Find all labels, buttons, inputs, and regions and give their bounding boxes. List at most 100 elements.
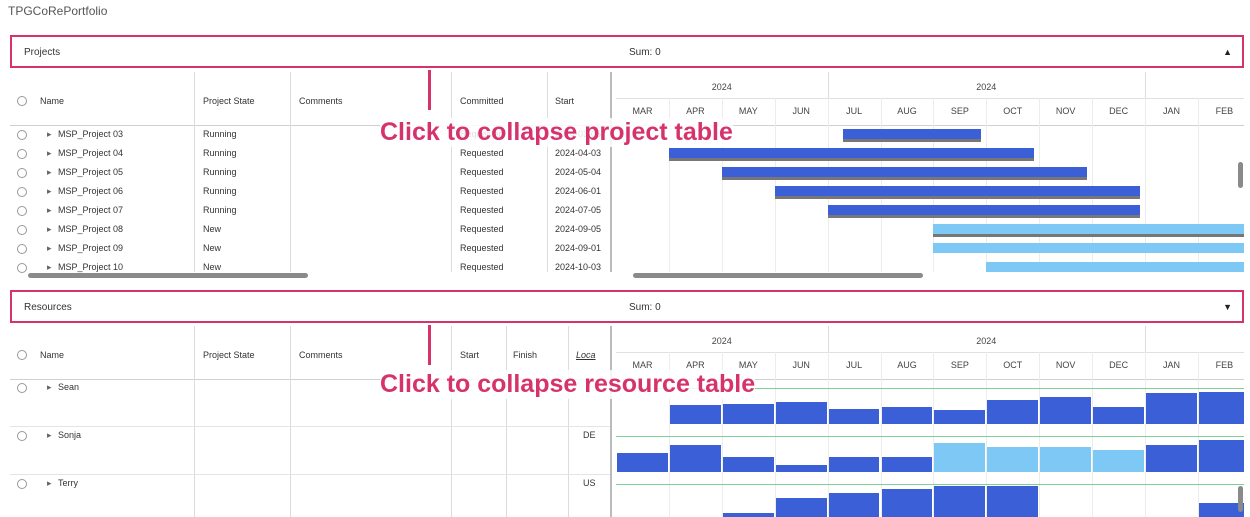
- resource-name[interactable]: Terry: [58, 478, 78, 488]
- col-header-name[interactable]: Name: [40, 96, 64, 106]
- resource-load-bar[interactable]: [617, 453, 668, 472]
- resource-load-bar[interactable]: [722, 403, 774, 424]
- gantt-bar[interactable]: [668, 148, 1034, 158]
- resource-load-bar[interactable]: [987, 446, 1039, 472]
- project-start: 2024-09-01: [555, 243, 602, 253]
- project-name[interactable]: MSP_Project 06: [58, 186, 123, 196]
- projects-gantt-hscroll[interactable]: [633, 273, 923, 278]
- row-select-radio[interactable]: [17, 263, 27, 273]
- row-divider: [10, 474, 610, 475]
- resource-load-bar[interactable]: [669, 405, 721, 424]
- row-select-radio[interactable]: [17, 206, 27, 216]
- gantt-bar[interactable]: [933, 243, 1244, 253]
- project-name[interactable]: MSP_Project 05: [58, 167, 123, 177]
- expand-arrow-icon[interactable]: ▸: [47, 186, 52, 197]
- resource-load-bar[interactable]: [1146, 444, 1197, 472]
- resource-load-bar[interactable]: [1040, 396, 1092, 424]
- resource-load-bar[interactable]: [828, 492, 880, 517]
- gantt-bar[interactable]: [986, 262, 1244, 272]
- col-header-start[interactable]: Start: [555, 96, 574, 106]
- expand-arrow-icon[interactable]: ▸: [47, 243, 52, 254]
- row-select-radio[interactable]: [17, 431, 27, 441]
- row-divider: [10, 426, 610, 427]
- projects-table-hscroll[interactable]: [28, 273, 308, 278]
- project-name[interactable]: MSP_Project 03: [58, 129, 123, 139]
- resource-load-bar[interactable]: [934, 486, 986, 517]
- resources-callout-pointer: [428, 325, 431, 365]
- timeline-month: MAR: [632, 106, 653, 116]
- res-col-header-project-state[interactable]: Project State: [203, 350, 255, 360]
- resource-load-bar[interactable]: [934, 443, 986, 472]
- res-col-header-comments[interactable]: Comments: [299, 350, 343, 360]
- res-col-header-start[interactable]: Start: [460, 350, 479, 360]
- resource-load-bar[interactable]: [934, 410, 986, 424]
- resource-load-bar[interactable]: [1093, 407, 1144, 424]
- res-col-header-location[interactable]: Loca: [576, 350, 596, 360]
- res-col-header-name[interactable]: Name: [40, 350, 64, 360]
- chevron-down-icon[interactable]: ▼: [1223, 302, 1232, 312]
- row-select-radio[interactable]: [17, 383, 27, 393]
- gantt-bar[interactable]: [843, 129, 981, 139]
- expand-arrow-icon[interactable]: ▸: [47, 167, 52, 178]
- resource-load-bar[interactable]: [1198, 391, 1244, 424]
- gantt-bar[interactable]: [774, 186, 1140, 196]
- resources-vscroll[interactable]: [1238, 486, 1243, 512]
- project-name[interactable]: MSP_Project 04: [58, 148, 123, 158]
- row-select-radio[interactable]: [17, 244, 27, 254]
- row-select-radio[interactable]: [17, 168, 27, 178]
- resource-load-bar[interactable]: [881, 489, 933, 517]
- row-select-radio[interactable]: [17, 130, 27, 140]
- row-select-radio[interactable]: [17, 149, 27, 159]
- resource-load-bar[interactable]: [1146, 393, 1197, 424]
- expand-arrow-icon[interactable]: ▸: [47, 262, 52, 273]
- resource-load-bar[interactable]: [987, 486, 1039, 517]
- resource-load-bar[interactable]: [669, 444, 721, 472]
- project-name[interactable]: MSP_Project 07: [58, 205, 123, 215]
- gantt-bar[interactable]: [933, 224, 1244, 234]
- project-name[interactable]: MSP_Project 09: [58, 243, 123, 253]
- resource-load-bar[interactable]: [881, 456, 933, 472]
- resource-load-bar[interactable]: [775, 401, 827, 424]
- resources-panel-header[interactable]: Resources Sum: 0 ▼: [10, 290, 1244, 323]
- expand-arrow-icon[interactable]: ▸: [47, 382, 52, 393]
- chevron-up-icon[interactable]: ▲: [1223, 47, 1232, 57]
- projects-panel-header[interactable]: Projects Sum: 0 ▲: [10, 35, 1244, 68]
- project-name[interactable]: MSP_Project 10: [58, 262, 123, 272]
- col-header-project-state[interactable]: Project State: [203, 96, 255, 106]
- row-select-radio[interactable]: [17, 479, 27, 489]
- expand-arrow-icon[interactable]: ▸: [47, 129, 52, 140]
- resource-load-bar[interactable]: [775, 465, 827, 472]
- resource-load-bar[interactable]: [1093, 449, 1144, 472]
- select-all-resources-radio[interactable]: [17, 350, 27, 360]
- expand-arrow-icon[interactable]: ▸: [47, 148, 52, 159]
- projects-vscroll[interactable]: [1238, 162, 1243, 188]
- row-select-radio[interactable]: [17, 187, 27, 197]
- timeline-month: DEC: [1109, 360, 1129, 370]
- resource-load-bar[interactable]: [722, 456, 774, 472]
- resource-load-bar[interactable]: [881, 407, 933, 424]
- resource-name[interactable]: Sonja: [58, 430, 81, 440]
- col-header-committed[interactable]: Committed: [460, 96, 504, 106]
- resource-name[interactable]: Sean: [58, 382, 79, 392]
- expand-arrow-icon[interactable]: ▸: [47, 224, 52, 235]
- expand-arrow-icon[interactable]: ▸: [47, 205, 52, 216]
- resource-load-bar[interactable]: [1040, 446, 1092, 472]
- gantt-bar[interactable]: [721, 167, 1087, 177]
- resource-load-bar[interactable]: [987, 400, 1039, 424]
- col-header-comments[interactable]: Comments: [299, 96, 343, 106]
- resource-load-bar[interactable]: [775, 497, 827, 517]
- row-select-radio[interactable]: [17, 225, 27, 235]
- expand-arrow-icon[interactable]: ▸: [47, 430, 52, 441]
- expand-arrow-icon[interactable]: ▸: [47, 478, 52, 489]
- res-col-header-finish[interactable]: Finish: [513, 350, 537, 360]
- resource-load-bar[interactable]: [722, 513, 774, 517]
- project-name[interactable]: MSP_Project 08: [58, 224, 123, 234]
- gantt-bar[interactable]: [827, 205, 1140, 215]
- project-committed: Requested: [460, 243, 504, 253]
- year-divider: [616, 98, 1244, 99]
- select-all-radio[interactable]: [17, 96, 27, 106]
- resource-load-bar[interactable]: [1198, 439, 1244, 472]
- resource-load-bar[interactable]: [828, 456, 880, 472]
- resource-load-bar[interactable]: [828, 408, 880, 424]
- timeline-month: DEC: [1109, 106, 1129, 116]
